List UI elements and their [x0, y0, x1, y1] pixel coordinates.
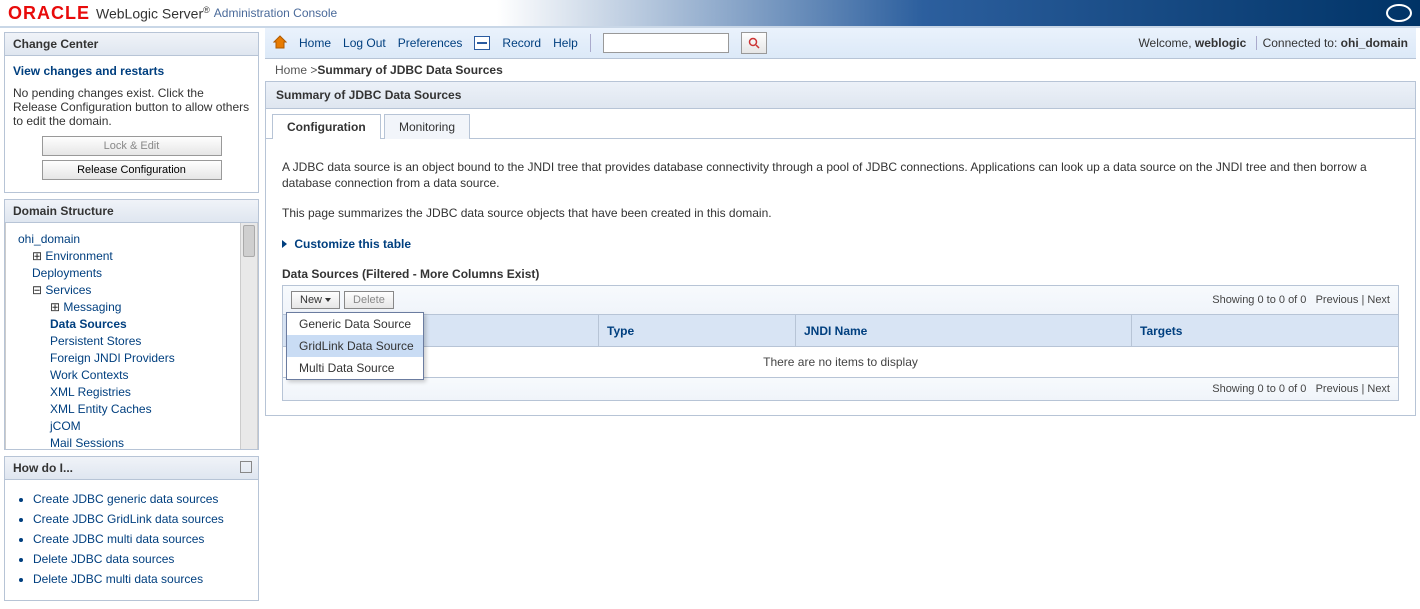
howdo-link-2[interactable]: Create JDBC GridLink data sources	[33, 512, 224, 526]
welcome-label: Welcome,	[1138, 36, 1194, 50]
dropdown-generic[interactable]: Generic Data Source	[287, 313, 423, 335]
prefs-link[interactable]: Preferences	[398, 36, 463, 50]
tree-services[interactable]: Services	[45, 283, 91, 297]
main-toolbar: Home Log Out Preferences Record Help Wel…	[265, 28, 1416, 59]
showing-bottom: Showing 0 to 0 of 0	[1212, 383, 1306, 395]
tree-xml-entity-caches[interactable]: XML Entity Caches	[50, 402, 152, 416]
domain-structure-header: Domain Structure	[5, 200, 258, 223]
breadcrumb-current: Summary of JDBC Data Sources	[317, 63, 502, 77]
oracle-logo: ORACLE	[8, 3, 90, 24]
tree-work-contexts[interactable]: Work Contexts	[50, 368, 128, 382]
new-button-label: New	[300, 294, 322, 306]
next-top: Next	[1367, 294, 1390, 306]
table-toolbar-bottom: Showing 0 to 0 of 0 Previous | Next	[282, 378, 1399, 401]
logout-link[interactable]: Log Out	[343, 36, 386, 50]
welcome-text: Welcome, weblogic Connected to: ohi_doma…	[1138, 36, 1408, 50]
home-icon	[273, 35, 287, 52]
tree-persistent-stores[interactable]: Persistent Stores	[50, 334, 141, 348]
tree-mail-sessions[interactable]: Mail Sessions	[50, 436, 124, 449]
domain-structure-panel: Domain Structure ohi_domain ⊞ Environmen…	[4, 199, 259, 450]
tree-deployments[interactable]: Deployments	[32, 266, 102, 280]
tree-foreign-jndi[interactable]: Foreign JNDI Providers	[50, 351, 175, 365]
page-title: Summary of JDBC Data Sources	[266, 82, 1415, 109]
table-caption: Data Sources (Filtered - More Columns Ex…	[282, 267, 1399, 281]
lock-edit-button[interactable]: Lock & Edit	[42, 136, 222, 156]
tree-environment[interactable]: Environment	[45, 249, 112, 263]
new-button[interactable]: New	[291, 291, 340, 309]
tab-configuration[interactable]: Configuration	[272, 114, 381, 139]
col-type[interactable]: Type	[607, 324, 634, 338]
product-name: WebLogic Server®	[96, 5, 210, 22]
tab-monitoring[interactable]: Monitoring	[384, 114, 470, 139]
expand-icon	[282, 240, 287, 248]
tree-jcom[interactable]: jCOM	[50, 419, 81, 433]
col-targets[interactable]: Targets	[1140, 324, 1182, 338]
record-link[interactable]: Record	[502, 36, 541, 50]
chevron-down-icon	[325, 298, 331, 302]
intro-p1: A JDBC data source is an object bound to…	[282, 159, 1399, 191]
change-center-panel: Change Center View changes and restarts …	[4, 32, 259, 193]
tree-messaging[interactable]: Messaging	[63, 300, 121, 314]
console-subtitle: Administration Console	[214, 6, 337, 20]
product-text: WebLogic Server	[96, 5, 203, 21]
new-dropdown: Generic Data Source GridLink Data Source…	[286, 312, 424, 380]
howdo-link-3[interactable]: Create JDBC multi data sources	[33, 532, 204, 546]
dropdown-multi[interactable]: Multi Data Source	[287, 357, 423, 379]
delete-button[interactable]: Delete	[344, 291, 394, 309]
connected-label: Connected to:	[1263, 36, 1341, 50]
table-toolbar-top: New Delete Showing 0 to 0 of 0 Previous …	[282, 285, 1399, 314]
tab-bar: Configuration Monitoring	[266, 113, 1415, 139]
search-button[interactable]	[741, 32, 767, 54]
release-config-button[interactable]: Release Configuration	[42, 160, 222, 180]
how-do-i-panel: How do I... Create JDBC generic data sou…	[4, 456, 259, 601]
change-center-header: Change Center	[5, 33, 258, 56]
breadcrumb-home[interactable]: Home	[275, 63, 307, 77]
tree-scrollbar[interactable]	[240, 223, 257, 449]
view-changes-link[interactable]: View changes and restarts	[13, 64, 164, 78]
empty-row: There are no items to display	[283, 347, 1399, 378]
how-do-i-header: How do I...	[5, 457, 258, 480]
prev-bottom: Previous	[1316, 383, 1359, 395]
how-do-i-title: How do I...	[13, 461, 73, 475]
tree-xml-registries[interactable]: XML Registries	[50, 385, 131, 399]
record-icon	[474, 36, 490, 50]
howdo-link-1[interactable]: Create JDBC generic data sources	[33, 492, 218, 506]
intro-p2: This page summarizes the JDBC data sourc…	[282, 205, 1399, 221]
help-link[interactable]: Help	[553, 36, 578, 50]
tree-data-sources[interactable]: Data Sources	[50, 317, 127, 331]
col-jndi[interactable]: JNDI Name	[804, 324, 867, 338]
main-panel: Summary of JDBC Data Sources Configurati…	[265, 81, 1416, 416]
home-link[interactable]: Home	[299, 36, 331, 50]
howdo-link-4[interactable]: Delete JDBC data sources	[33, 552, 174, 566]
showing-top: Showing 0 to 0 of 0	[1212, 294, 1306, 306]
howdo-link-5[interactable]: Delete JDBC multi data sources	[33, 572, 203, 586]
search-input[interactable]	[603, 33, 729, 53]
prev-top: Previous	[1316, 294, 1359, 306]
breadcrumb-sep: >	[307, 63, 317, 77]
search-icon	[748, 37, 760, 49]
customize-table-link[interactable]: Customize this table	[294, 237, 411, 251]
change-center-msg: No pending changes exist. Click the Rele…	[13, 86, 250, 128]
dropdown-gridlink[interactable]: GridLink Data Source	[287, 335, 423, 357]
oracle-o-icon	[1386, 4, 1412, 22]
tree-root[interactable]: ohi_domain	[18, 232, 80, 246]
top-banner: ORACLE WebLogic Server® Administration C…	[0, 0, 1420, 28]
data-sources-table: Name ▴ Type JNDI Name Targets There are …	[282, 314, 1399, 378]
collapse-icon[interactable]	[240, 461, 252, 473]
connected-domain: ohi_domain	[1341, 36, 1408, 50]
welcome-user: weblogic	[1195, 36, 1246, 50]
next-bottom: Next	[1367, 383, 1390, 395]
reg-mark: ®	[203, 5, 210, 15]
breadcrumb: Home >Summary of JDBC Data Sources	[265, 59, 1416, 81]
